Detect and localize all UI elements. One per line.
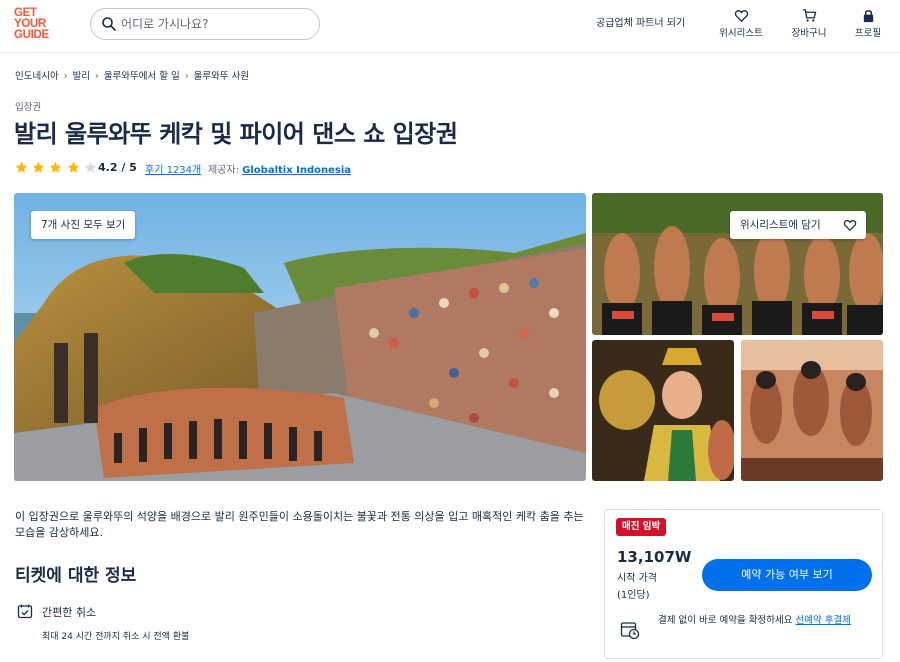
rating-value: 4.2 / 5 [98, 161, 137, 174]
breadcrumb-item[interactable]: 발리 [73, 71, 90, 82]
gallery-photo[interactable] [592, 340, 734, 481]
dancer-costume-image [592, 340, 734, 481]
page-title: 발리 울루와뚜 케칵 및 파이어 댄스 쇼 입장권 [14, 120, 458, 148]
add-to-wishlist-label: 위시리스트에 담기 [740, 219, 821, 231]
breadcrumb: 인도네시아 › 발리 › 울루와뚜에서 할 일 › 울루와뚜 사원 [15, 68, 249, 82]
breadcrumb-item[interactable]: 울루와뚜에서 할 일 [104, 71, 180, 82]
star-full-icon [15, 161, 28, 173]
wishlist-label: 위시리스트 [719, 28, 763, 39]
breadcrumb-item[interactable]: 울루와뚜 사원 [194, 71, 249, 82]
check-availability-button[interactable]: 예약 가능 여부 보기 [702, 559, 872, 591]
provider-link[interactable]: Globaltix Indonesia [242, 165, 351, 176]
star-full-icon [32, 161, 45, 173]
reserve-text: 결제 없이 바로 예약을 확정하세요 [658, 615, 793, 626]
top-header: GET YOUR GUIDE 공급업체 파트너 되기 위시리스트 장바구니 프로… [0, 0, 900, 53]
cart-button[interactable]: 장바구니 [779, 8, 839, 42]
price-label: 시작 가격 [617, 573, 657, 584]
breadcrumb-separator: › [63, 71, 68, 82]
likely-to-sell-out-badge: 매진 임박 [616, 518, 667, 536]
ticket-info-heading: 티켓에 대한 정보 [15, 566, 137, 586]
reserve-now-pay-later: 결제 없이 바로 예약을 확정하세요 선예약 후결제 [658, 614, 873, 628]
calendar-clock-icon [620, 622, 640, 640]
price: 13,107W [617, 548, 692, 566]
breadcrumb-separator: › [95, 71, 99, 82]
cart-icon [802, 9, 816, 22]
reserve-now-pay-later-link[interactable]: 선예약 후결제 [795, 615, 850, 626]
star-full-icon [50, 161, 62, 173]
booking-card: 매진 임박 13,107W 시작 가격 (1인당) 예약 가능 여부 보기 결제… [604, 509, 883, 659]
price-unit: (1인당) [617, 590, 650, 601]
provider: 제공자: Globaltix Indonesia [208, 161, 351, 176]
view-all-photos-button[interactable]: 7개 사진 모두 보기 [31, 211, 136, 239]
heart-icon [734, 10, 748, 22]
product-category: 입장권 [15, 102, 42, 113]
search-bar[interactable] [90, 8, 320, 40]
breadcrumb-item[interactable]: 인도네시아 [15, 71, 59, 82]
dancers-hands-image [741, 340, 883, 481]
cart-label: 장바구니 [791, 28, 827, 39]
wishlist-button[interactable]: 위시리스트 [711, 8, 771, 42]
star-full-icon [67, 161, 79, 173]
add-to-wishlist-button[interactable]: 위시리스트에 담기 [730, 211, 866, 239]
search-input[interactable] [121, 14, 311, 34]
profile-button[interactable]: 프로필 [838, 8, 898, 42]
search-icon [102, 17, 116, 31]
logo-line-3: GUIDE [14, 29, 49, 41]
star-rating [15, 161, 98, 177]
gallery-photo[interactable] [741, 340, 883, 481]
profile-label: 프로필 [854, 28, 882, 39]
getyourguide-logo[interactable]: GET YOUR GUIDE [14, 7, 58, 41]
rating-row: 4.2 / 5 후기 1234개 제공자: Globaltix Indonesi… [15, 160, 615, 176]
heart-icon [843, 220, 857, 231]
become-supplier-link[interactable]: 공급업체 파트너 되기 [596, 14, 685, 29]
free-cancellation-detail: 최대 24 시간 전까지 취소 시 전액 환불 [42, 632, 190, 642]
provider-label: 제공자: [208, 165, 239, 176]
lock-icon [863, 10, 873, 23]
star-empty-icon [84, 161, 97, 173]
free-cancellation-title: 간편한 취소 [42, 606, 97, 619]
calendar-check-icon [17, 604, 33, 619]
product-description: 이 입장권으로 울루와뚜의 석양을 배경으로 발리 원주민들이 소용돌이치는 불… [15, 510, 584, 539]
breadcrumb-separator: › [184, 71, 189, 82]
reviews-link[interactable]: 후기 1234개 [145, 161, 201, 176]
